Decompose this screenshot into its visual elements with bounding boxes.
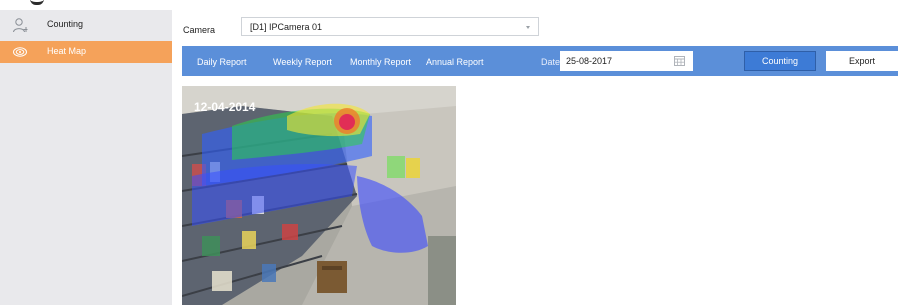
camera-label: Camera (183, 25, 216, 35)
counting-button[interactable]: Counting (744, 51, 816, 71)
tab-annual-report[interactable]: Annual Report (426, 57, 484, 67)
export-button[interactable]: Export (826, 51, 898, 71)
top-strip (0, 0, 898, 8)
date-label: Date (541, 57, 561, 67)
sidebar: Counting Heat Map (0, 10, 172, 305)
chevron-down-icon (526, 26, 530, 29)
camera-select[interactable]: [D1] IPCamera 01 (241, 17, 539, 36)
person-counting-icon (13, 18, 28, 33)
tab-daily-report[interactable]: Daily Report (197, 57, 247, 67)
sidebar-item-label: Heat Map (47, 46, 87, 56)
tab-weekly-report[interactable]: Weekly Report (273, 57, 332, 67)
heat-map-icon (13, 47, 27, 57)
sidebar-item-heat-map[interactable]: Heat Map (0, 41, 172, 63)
title-fragment (30, 0, 44, 5)
tab-monthly-report[interactable]: Monthly Report (350, 57, 411, 67)
camera-select-value: [D1] IPCamera 01 (250, 22, 323, 32)
heat-map-scene: 12-04-2014 (182, 86, 456, 305)
date-value: 25-08-2017 (566, 56, 613, 66)
sidebar-item-counting[interactable]: Counting (0, 14, 172, 36)
date-field[interactable]: 25-08-2017 (560, 51, 693, 71)
calendar-icon[interactable] (674, 56, 685, 66)
video-timestamp: 12-04-2014 (194, 100, 256, 114)
sidebar-item-label: Counting (47, 19, 84, 29)
heat-map-video: 12-04-2014 (182, 86, 456, 305)
